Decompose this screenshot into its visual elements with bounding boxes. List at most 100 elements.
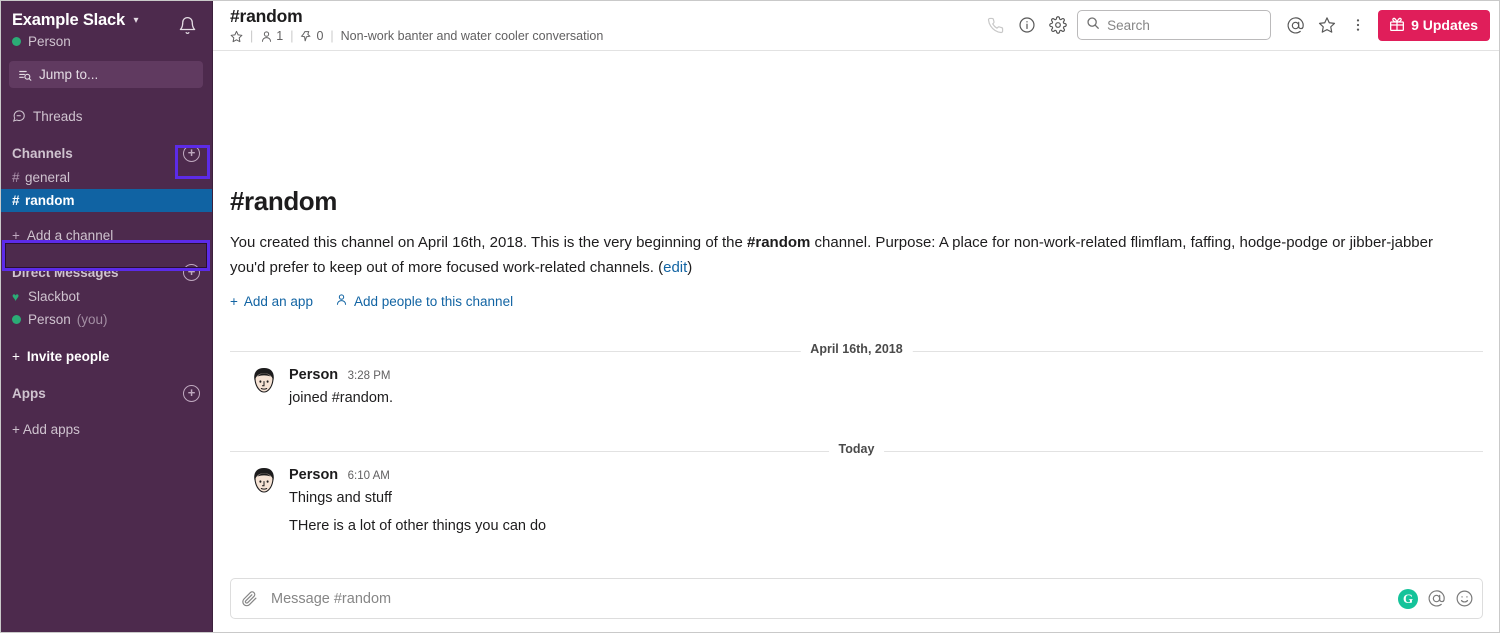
message-item[interactable]: Person 3:28 PM joined #random. — [230, 352, 1483, 409]
channel-header-left: #random | 1 | 0 | Non-work banter and wa… — [230, 7, 980, 44]
channel-pins-count: 0 — [316, 29, 324, 43]
add-apps-button[interactable]: + Add apps — [0, 418, 212, 441]
message-header: Person 6:10 AM — [289, 466, 1483, 485]
updates-label: 9 Updates — [1411, 17, 1478, 33]
avatar[interactable] — [247, 466, 281, 500]
notifications-bell-icon[interactable] — [174, 12, 200, 38]
threads-icon — [12, 109, 26, 123]
at-mention-icon[interactable] — [1427, 589, 1446, 608]
team-info[interactable]: Example Slack ▾ Person — [12, 11, 174, 49]
intro-channel-name: #random — [747, 234, 811, 251]
search-input[interactable]: Search — [1077, 10, 1272, 40]
channel-header-actions: Search 9 Updates — [980, 9, 1490, 41]
meta-separator: | — [250, 29, 254, 43]
heart-icon: ♥ — [12, 289, 20, 304]
grammarly-icon[interactable]: G — [1398, 588, 1418, 609]
search-icon — [1086, 16, 1100, 35]
sidebar-channel-random[interactable]: # random — [0, 189, 212, 212]
sidebar-item-threads[interactable]: Threads — [0, 104, 212, 128]
intro-text-part3: ) — [687, 259, 693, 276]
team-name-row[interactable]: Example Slack ▾ — [12, 11, 174, 30]
add-a-channel-button[interactable]: + Add a channel — [0, 224, 212, 247]
jump-to-label: Jump to... — [39, 67, 99, 82]
paperclip-icon[interactable] — [241, 590, 258, 607]
info-circle-icon[interactable] — [1011, 10, 1042, 41]
star-outline-icon[interactable] — [1311, 10, 1342, 41]
channel-members[interactable]: 1 — [260, 29, 283, 43]
message-list[interactable]: #random You created this channel on Apri… — [213, 51, 1500, 570]
at-mention-icon[interactable] — [1280, 10, 1311, 41]
add-people-label: Add people to this channel — [353, 293, 514, 309]
message-text: THere is a lot of other things you can d… — [289, 518, 547, 534]
sidebar-channel-general[interactable]: # general — [0, 166, 212, 189]
kebab-menu-icon[interactable] — [1342, 10, 1373, 41]
message-author[interactable]: Person — [289, 467, 338, 483]
date-divider-2-label[interactable]: Today — [828, 442, 885, 456]
add-direct-message-plus-icon[interactable]: + — [183, 263, 200, 281]
channel-pins[interactable]: 0 — [300, 29, 323, 43]
add-people-button[interactable]: Add people to this channel — [335, 293, 513, 309]
slack-app-window: Example Slack ▾ Person Jump to... Thread… — [0, 0, 1500, 633]
channel-title[interactable]: #random — [230, 7, 980, 26]
current-user-name: Person — [28, 34, 71, 49]
jump-to-search[interactable]: Jump to... — [9, 61, 203, 88]
hash-icon: # — [12, 193, 20, 208]
add-an-app-button[interactable]: + Add an app — [230, 294, 313, 309]
channels-section-label: Channels — [12, 145, 73, 161]
message-body: Person 3:28 PM joined #random. — [289, 366, 1483, 409]
search-placeholder: Search — [1107, 17, 1150, 33]
direct-messages-section-label: Direct Messages — [12, 264, 119, 280]
updates-button[interactable]: 9 Updates — [1378, 9, 1490, 41]
emoji-smiley-icon[interactable] — [1455, 589, 1474, 608]
jump-to-icon — [18, 68, 32, 82]
intro-text-part1: You created this channel on April 16th, … — [230, 234, 748, 251]
phone-icon[interactable] — [980, 10, 1011, 41]
invite-people-button[interactable]: + Invite people — [0, 345, 212, 368]
avatar[interactable] — [247, 366, 281, 400]
star-outline-icon[interactable] — [230, 30, 243, 43]
add-apps-label: + Add apps — [12, 422, 80, 437]
message-timestamp[interactable]: 3:28 PM — [348, 370, 391, 382]
gift-icon — [1389, 16, 1405, 35]
channel-header: #random | 1 | 0 | Non-work banter and wa… — [213, 0, 1500, 51]
sidebar-dm-slackbot[interactable]: ♥ Slackbot — [0, 285, 212, 308]
channel-intro-text: You created this channel on April 16th, … — [230, 230, 1440, 280]
chevron-down-icon[interactable]: ▾ — [133, 15, 138, 26]
add-channel-plus-icon[interactable]: + — [183, 144, 200, 162]
plus-icon: + — [12, 228, 20, 243]
message-item[interactable]: Person 6:10 AM Things and stuff THere is… — [230, 452, 1483, 537]
sidebar: Example Slack ▾ Person Jump to... Thread… — [0, 0, 213, 633]
sidebar-item-threads-label: Threads — [33, 108, 83, 124]
gear-icon[interactable] — [1042, 10, 1073, 41]
message-timestamp[interactable]: 6:10 AM — [348, 470, 390, 482]
composer-wrapper: Message #random G — [213, 570, 1500, 633]
meta-separator: | — [330, 29, 334, 43]
apps-section-header: Apps + — [0, 380, 212, 406]
composer-actions: G — [1398, 588, 1474, 609]
invite-people-label: Invite people — [26, 349, 110, 364]
apps-section-label: Apps — [12, 385, 46, 401]
date-divider-1: April 16th, 2018 — [230, 342, 1483, 356]
meta-separator: | — [290, 29, 294, 43]
message-header: Person 3:28 PM — [289, 366, 1483, 385]
presence-dot-icon — [12, 315, 28, 324]
sidebar-dm-slackbot-label: Slackbot — [28, 289, 80, 304]
channels-section-header: Channels + — [0, 140, 212, 166]
add-app-plus-icon[interactable]: + — [183, 384, 200, 402]
team-header: Example Slack ▾ Person — [0, 6, 212, 49]
sidebar-dm-person-suffix: (you) — [76, 312, 108, 327]
date-divider-1-label[interactable]: April 16th, 2018 — [800, 342, 913, 356]
channel-topic[interactable]: Non-work banter and water cooler convers… — [341, 29, 604, 43]
channel-intro-title: #random — [230, 186, 338, 216]
person-add-icon — [335, 293, 348, 309]
message-composer[interactable]: Message #random G — [230, 578, 1483, 619]
channel-members-count: 1 — [276, 29, 284, 43]
channel-meta: | 1 | 0 | Non-work banter and water cool… — [230, 29, 980, 43]
message-author[interactable]: Person — [289, 367, 338, 383]
edit-purpose-link[interactable]: edit — [663, 259, 687, 276]
channel-intro-actions: + Add an app Add people to this channel — [230, 293, 1483, 309]
team-name[interactable]: Example Slack — [12, 11, 125, 30]
current-user[interactable]: Person — [12, 34, 174, 49]
add-an-app-label: Add an app — [243, 293, 313, 309]
sidebar-dm-person[interactable]: Person (you) — [0, 308, 212, 331]
